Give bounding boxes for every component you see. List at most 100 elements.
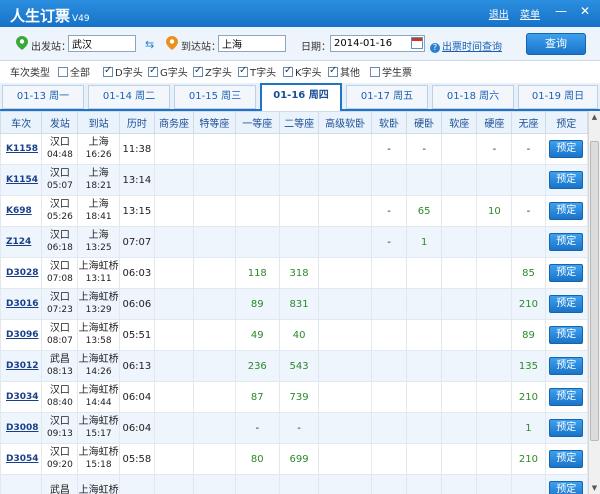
book-cell: 预定 <box>544 226 588 258</box>
table-row: D3016 汉口 07:23 上海虹桥 13:29 06:06 89 831 210 预定 <box>0 288 588 320</box>
train-number-link[interactable]: Z124 <box>0 226 43 258</box>
menu-link[interactable]: 菜单 <box>520 10 540 21</box>
book-button[interactable]: 预定 <box>549 140 584 158</box>
departure-station: 汉口 <box>49 168 70 179</box>
seat-count-cell <box>406 443 443 475</box>
book-cell: 预定 <box>544 474 588 494</box>
filter-t-checkbox[interactable]: T字头 <box>238 64 276 79</box>
seat-count-cell <box>153 133 195 165</box>
train-number-link[interactable]: D3012 <box>0 350 43 382</box>
from-station-input[interactable] <box>68 35 136 52</box>
seat-count-cell <box>441 350 478 382</box>
seat-count-cell: 10 <box>476 195 513 227</box>
minimize-button[interactable]: — <box>552 3 570 19</box>
book-button[interactable]: 预定 <box>549 171 584 189</box>
logout-link[interactable]: 退出 <box>489 10 509 21</box>
seat-count-cell <box>476 412 513 444</box>
filter-g-checkbox[interactable]: G字头 <box>148 64 188 79</box>
seat-count-cell <box>406 350 443 382</box>
date-tab-0113[interactable]: 01-13 周一 <box>2 85 84 109</box>
col-second[interactable]: 二等座 <box>278 111 320 134</box>
col-from[interactable]: 发站 <box>41 111 79 134</box>
date-tab-0119[interactable]: 01-19 周日 <box>518 85 598 109</box>
seat-count-cell: 543 <box>278 350 320 382</box>
seat-count-cell <box>278 164 320 196</box>
departure-station: 汉口 <box>49 137 70 148</box>
col-hard-seat[interactable]: 硬座 <box>476 111 513 134</box>
train-number-link[interactable]: D3096 <box>0 319 43 351</box>
book-cell: 预定 <box>544 195 588 227</box>
seat-count-cell <box>318 257 372 289</box>
departure-time: 07:23 <box>46 305 73 315</box>
book-button[interactable]: 预定 <box>549 264 584 282</box>
col-deluxe-sleeper[interactable]: 高级软卧 <box>318 111 372 134</box>
filter-student-checkbox[interactable]: 学生票 <box>370 64 412 79</box>
close-button[interactable]: ✕ <box>576 3 594 19</box>
to-station-input[interactable] <box>218 35 286 52</box>
col-first[interactable]: 一等座 <box>234 111 280 134</box>
departure-time: 06:18 <box>46 243 73 253</box>
book-button[interactable]: 预定 <box>549 357 584 375</box>
seat-count-cell <box>370 164 408 196</box>
train-number-link[interactable]: D3034 <box>0 381 43 413</box>
table-row: D3096 汉口 08:07 上海虹桥 13:58 05:51 49 40 89 预定 <box>0 319 588 351</box>
col-hard-sleeper[interactable]: 硬卧 <box>406 111 443 134</box>
swap-stations-icon[interactable]: ⇆ <box>145 38 154 51</box>
book-cell: 预定 <box>544 164 588 196</box>
filter-d-checkbox[interactable]: D字头 <box>103 64 143 79</box>
filter-student-label: 学生票 <box>382 68 412 79</box>
col-duration[interactable]: 历时 <box>118 111 155 134</box>
calendar-icon[interactable] <box>411 37 423 49</box>
scroll-thumb[interactable] <box>590 141 599 441</box>
seat-count-cell: 89 <box>511 319 546 351</box>
seat-count-cell <box>153 226 195 258</box>
col-business[interactable]: 商务座 <box>153 111 195 134</box>
date-tab-0116[interactable]: 01-16 周四 <box>260 83 342 111</box>
departure-station: 汉口 <box>49 416 70 427</box>
train-number-link[interactable]: D3054 <box>0 443 43 475</box>
ticket-time-link[interactable]: ? 出票时间查询 <box>430 38 502 53</box>
departure-cell: 武昌 <box>41 474 79 494</box>
filter-all-checkbox[interactable]: 全部 <box>58 64 90 79</box>
seat-count-cell <box>476 381 513 413</box>
seat-count-cell <box>318 226 372 258</box>
book-button[interactable]: 预定 <box>549 450 584 468</box>
book-button[interactable]: 预定 <box>549 481 584 494</box>
filter-other-checkbox[interactable]: 其他 <box>328 64 360 79</box>
book-button[interactable]: 预定 <box>549 233 584 251</box>
date-tab-0115[interactable]: 01-15 周三 <box>174 85 256 109</box>
date-tab-0114[interactable]: 01-14 周二 <box>88 85 170 109</box>
train-number-link[interactable]: K1158 <box>0 133 43 165</box>
col-premium[interactable]: 特等座 <box>193 111 236 134</box>
scroll-up-icon[interactable]: ▲ <box>589 111 600 123</box>
filter-z-checkbox[interactable]: Z字头 <box>193 64 232 79</box>
train-number-link[interactable]: K1154 <box>0 164 43 196</box>
book-button[interactable]: 预定 <box>549 202 584 220</box>
query-button[interactable]: 查询 <box>526 33 586 55</box>
seat-count-cell <box>153 443 195 475</box>
table-scrollbar[interactable]: ▲ ▼ <box>588 111 600 494</box>
book-button[interactable]: 预定 <box>549 388 584 406</box>
col-to[interactable]: 到站 <box>77 111 120 134</box>
scroll-down-icon[interactable]: ▼ <box>589 482 600 494</box>
train-number-link[interactable]: D3028 <box>0 257 43 289</box>
col-standing[interactable]: 无座 <box>511 111 546 134</box>
arrival-time: 14:26 <box>85 367 112 377</box>
seat-count-cell: 210 <box>511 443 546 475</box>
train-number-link[interactable]: K698 <box>0 195 43 227</box>
col-soft-seat[interactable]: 软座 <box>441 111 478 134</box>
date-tab-0118[interactable]: 01-18 周六 <box>432 85 514 109</box>
book-button[interactable]: 预定 <box>549 295 584 313</box>
book-button[interactable]: 预定 <box>549 326 584 344</box>
train-number-link[interactable] <box>0 474 43 494</box>
filter-k-checkbox[interactable]: K字头 <box>283 64 322 79</box>
book-button[interactable]: 预定 <box>549 419 584 437</box>
duration-cell: 07:07 <box>118 226 155 258</box>
date-tab-0117[interactable]: 01-17 周五 <box>346 85 428 109</box>
train-number-link[interactable]: D3016 <box>0 288 43 320</box>
col-soft-sleeper[interactable]: 软卧 <box>370 111 408 134</box>
filter-t-label: T字头 <box>250 68 277 79</box>
train-number-link[interactable]: D3008 <box>0 412 43 444</box>
filter-z-box <box>193 65 203 77</box>
col-train[interactable]: 车次 <box>0 111 43 134</box>
